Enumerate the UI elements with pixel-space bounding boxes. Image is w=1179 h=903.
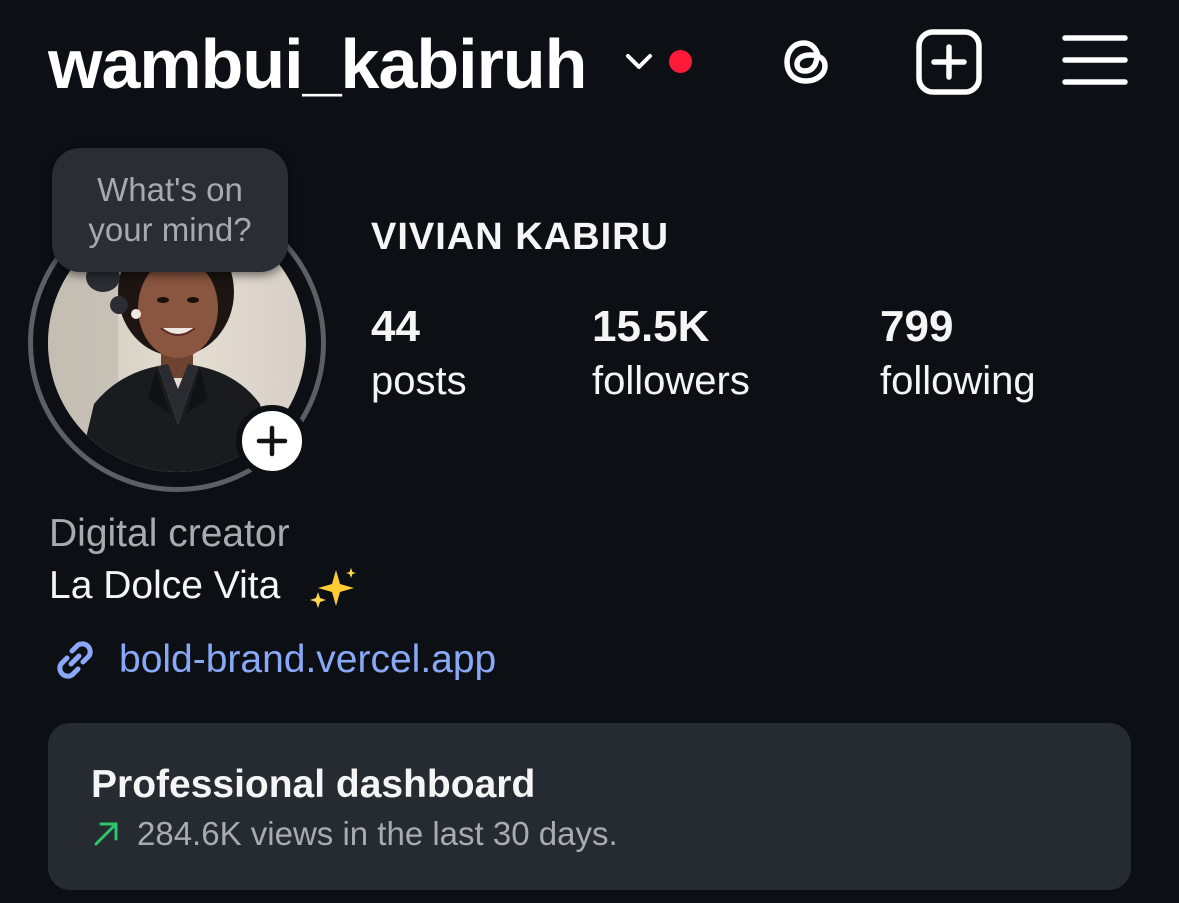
notification-dot	[669, 50, 692, 73]
followers-label: followers	[592, 359, 750, 403]
note-bubble-tail-small	[110, 296, 128, 314]
followers-count: 15.5K	[592, 302, 710, 351]
dashboard-subtitle: 284.6K views in the last 30 days.	[137, 815, 618, 852]
dashboard-subtitle-row: 284.6K views in the last 30 days.	[91, 815, 618, 853]
posts-label: posts	[371, 359, 467, 403]
bio-link-text[interactable]: bold-brand.vercel.app	[119, 638, 496, 682]
chevron-down-icon[interactable]	[622, 48, 656, 74]
profile-display-name: VIVIAN KABIRU	[371, 216, 670, 258]
hamburger-menu-icon[interactable]	[1061, 28, 1129, 96]
following-count: 799	[880, 302, 954, 351]
arrow-up-right-icon	[94, 822, 118, 846]
note-placeholder: What's on your mind?	[88, 171, 252, 248]
note-bubble[interactable]: What's on your mind?	[52, 148, 288, 272]
add-story-button[interactable]	[236, 405, 308, 477]
plus-icon	[256, 425, 288, 457]
following-label: following	[880, 359, 1036, 403]
posts-count: 44	[371, 302, 420, 351]
stat-following[interactable]: 799 following	[880, 302, 1036, 410]
professional-dashboard-card[interactable]: Professional dashboard 284.6K views in t…	[48, 723, 1131, 890]
bio-link[interactable]: bold-brand.vercel.app	[49, 632, 496, 688]
stat-followers[interactable]: 15.5K followers	[592, 302, 750, 410]
bio-text: La Dolce Vita	[49, 564, 281, 607]
stat-posts[interactable]: 44 posts	[371, 302, 467, 410]
link-icon	[57, 641, 93, 679]
account-username[interactable]: wambui_kabiruh	[48, 22, 587, 106]
create-post-icon[interactable]	[915, 28, 983, 96]
sparkles-icon	[310, 568, 356, 608]
dashboard-title: Professional dashboard	[91, 763, 536, 806]
threads-icon[interactable]	[773, 28, 841, 96]
profile-category: Digital creator	[49, 512, 290, 555]
